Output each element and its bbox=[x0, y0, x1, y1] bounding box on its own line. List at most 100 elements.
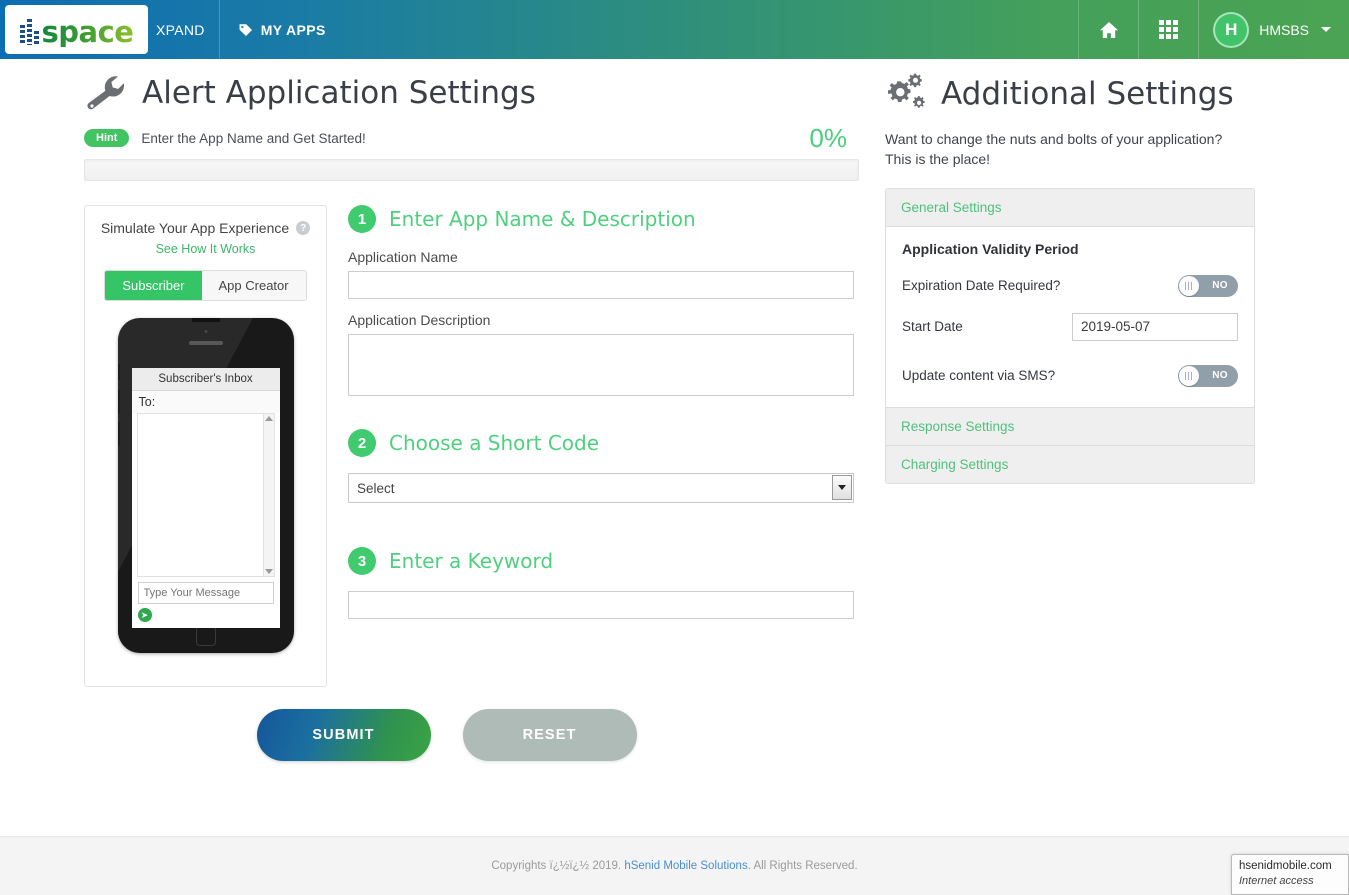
question-mark-icon[interactable]: ? bbox=[296, 221, 311, 235]
copyright-prefix: Copyrights ï¿½ï¿½ 2019. bbox=[491, 860, 622, 872]
step-1-title: Enter App Name & Description bbox=[389, 207, 696, 231]
accordion-charging-settings[interactable]: Charging Settings bbox=[886, 445, 1254, 483]
expiration-date-toggle-state: NO bbox=[1212, 280, 1228, 292]
shortcode-select[interactable]: Select bbox=[348, 473, 854, 503]
phone-speaker bbox=[188, 341, 223, 345]
phone-home-button bbox=[195, 626, 216, 646]
additional-settings-column: Additional Settings Want to change the n… bbox=[885, 73, 1285, 484]
page-title: Alert Application Settings bbox=[84, 73, 859, 113]
start-date-input[interactable] bbox=[1072, 312, 1238, 341]
sms-update-toggle-state: NO bbox=[1212, 370, 1228, 382]
tag-icon bbox=[239, 23, 252, 36]
step-2-title: Choose a Short Code bbox=[389, 431, 600, 455]
application-name-input[interactable] bbox=[348, 271, 854, 299]
additional-settings-title-text: Additional Settings bbox=[941, 76, 1234, 112]
gears-icon bbox=[888, 73, 925, 108]
nav-my-apps-label: MY APPS bbox=[260, 21, 326, 38]
expiration-date-label: Expiration Date Required? bbox=[902, 278, 1061, 294]
general-settings-panel: Application Validity Period Expiration D… bbox=[886, 226, 1254, 408]
settings-accordion: General Settings Application Validity Pe… bbox=[885, 187, 1255, 484]
sms-update-row: Update content via SMS? NO bbox=[902, 363, 1238, 389]
see-how-it-works-link[interactable]: See How It Works bbox=[95, 242, 316, 256]
hint-text: Enter the App Name and Get Started! bbox=[141, 130, 366, 146]
brand-logo[interactable]: space bbox=[5, 5, 148, 54]
application-description-input[interactable] bbox=[348, 334, 854, 396]
avatar: H bbox=[1213, 11, 1250, 48]
step-2-header: 2 Choose a Short Code bbox=[348, 429, 859, 457]
form-actions: SUBMIT RESET bbox=[0, 709, 875, 761]
accordion-response-settings[interactable]: Response Settings bbox=[886, 407, 1254, 446]
inbox-scrollbar[interactable] bbox=[262, 414, 274, 576]
sms-update-label: Update content via SMS? bbox=[902, 368, 1056, 384]
nav-my-apps[interactable]: MY APPS bbox=[220, 0, 344, 59]
additional-settings-description: Want to change the nuts and bolts of you… bbox=[885, 131, 1223, 168]
network-status-tooltip: hsenidmobile.com Internet access bbox=[1231, 853, 1349, 895]
simulator-title-text: Simulate Your App Experience bbox=[100, 220, 290, 236]
tooltip-domain: hsenidmobile.com bbox=[1239, 859, 1332, 872]
expiration-date-row: Expiration Date Required? NO bbox=[902, 273, 1238, 299]
step-2-number: 2 bbox=[348, 429, 376, 457]
inbox-to-label: To: bbox=[131, 391, 280, 413]
brand-suffix: XPAND bbox=[148, 0, 220, 59]
message-input[interactable] bbox=[137, 582, 274, 604]
scroll-up-icon[interactable] bbox=[264, 416, 273, 421]
application-name-label: Application Name bbox=[348, 249, 458, 265]
phone-simulator: Subscriber's Inbox To: ➤ bbox=[117, 318, 294, 653]
inbox-composer: ➤ bbox=[132, 577, 280, 628]
chevron-down-icon bbox=[1321, 27, 1331, 32]
step-1-header: 1 Enter App Name & Description bbox=[348, 205, 859, 233]
simulator-title: Simulate Your App Experience ? bbox=[100, 220, 311, 236]
phone-volume-down-button bbox=[117, 390, 120, 414]
validity-period-heading: Application Validity Period bbox=[902, 240, 1079, 257]
tab-app-creator[interactable]: App Creator bbox=[201, 271, 306, 300]
nav-home-button[interactable] bbox=[1078, 0, 1138, 59]
step-3-number: 3 bbox=[348, 547, 376, 575]
sms-update-toggle[interactable]: NO bbox=[1178, 364, 1238, 387]
main-column: Alert Application Settings Hint Enter th… bbox=[0, 59, 875, 761]
copyright-suffix: . All Rights Reserved. bbox=[747, 860, 858, 872]
additional-settings-title: Additional Settings bbox=[885, 73, 1285, 115]
hint-badge: Hint bbox=[84, 129, 130, 147]
progress-bar bbox=[84, 159, 859, 181]
inbox-message-list bbox=[136, 413, 275, 577]
hint-row: Hint Enter the App Name and Get Started!… bbox=[84, 123, 859, 153]
tab-subscriber[interactable]: Subscriber bbox=[105, 271, 202, 300]
simulator-role-tabs: Subscriber App Creator bbox=[104, 270, 307, 301]
step-3-header: 3 Enter a Keyword bbox=[348, 547, 859, 575]
progress-percent-label: 0% bbox=[809, 123, 847, 153]
home-icon bbox=[1099, 21, 1118, 38]
submit-button[interactable]: SUBMIT bbox=[256, 709, 431, 761]
logo-wordmark: space bbox=[41, 14, 134, 49]
inbox-title: Subscriber's Inbox bbox=[131, 368, 280, 391]
phone-notch bbox=[191, 318, 220, 322]
simulator-card: Simulate Your App Experience ? See How I… bbox=[84, 205, 327, 687]
step-3-title: Enter a Keyword bbox=[389, 549, 554, 573]
shortcode-select-value: Select bbox=[348, 473, 854, 503]
wrench-icon bbox=[87, 76, 125, 110]
content-row: Simulate Your App Experience ? See How I… bbox=[84, 205, 859, 687]
nav-user-menu[interactable]: H HMSBS bbox=[1198, 0, 1349, 59]
start-date-label: Start Date bbox=[902, 319, 963, 335]
expiration-date-toggle[interactable]: NO bbox=[1178, 274, 1238, 297]
logo-bars-icon bbox=[19, 18, 41, 45]
application-form: 1 Enter App Name & Description Applicati… bbox=[327, 205, 859, 687]
phone-camera-icon bbox=[204, 330, 207, 333]
phone-volume-up-button bbox=[117, 364, 120, 380]
chevron-down-icon[interactable] bbox=[832, 475, 852, 500]
accordion-general-settings[interactable]: General Settings bbox=[886, 188, 1254, 227]
tooltip-status: Internet access bbox=[1239, 875, 1314, 888]
page-title-text: Alert Application Settings bbox=[142, 75, 536, 111]
nav-apps-button[interactable] bbox=[1138, 0, 1198, 59]
step-1-number: 1 bbox=[348, 205, 376, 233]
scroll-down-icon[interactable] bbox=[264, 569, 273, 574]
hsenid-link[interactable]: hSenid Mobile Solutions bbox=[624, 860, 747, 872]
application-description-label: Application Description bbox=[348, 312, 491, 328]
send-arrow-icon[interactable]: ➤ bbox=[137, 608, 152, 622]
keyword-input[interactable] bbox=[348, 591, 854, 619]
nav-user-name: HMSBS bbox=[1259, 21, 1309, 38]
page-body: Alert Application Settings Hint Enter th… bbox=[0, 59, 1349, 836]
copyright-text: Copyrights ï¿½ï¿½ 2019. hSenid Mobile So… bbox=[491, 860, 857, 872]
start-date-row: Start Date bbox=[902, 312, 1238, 341]
reset-button[interactable]: RESET bbox=[462, 709, 637, 761]
